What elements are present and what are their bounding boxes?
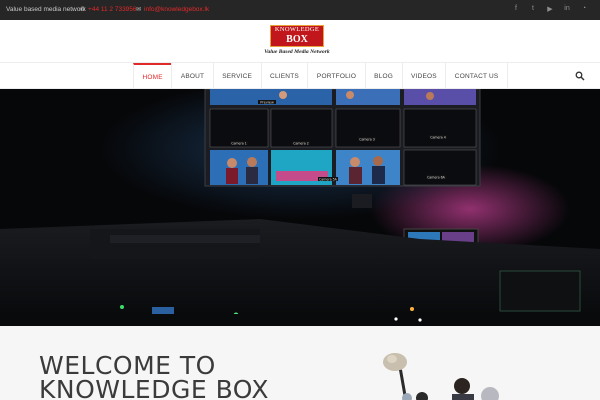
phone-link[interactable]: ✆ +44 11 2 733956 (80, 6, 137, 13)
welcome-heading: WELCOME TO KNOWLEDGE BOX (39, 353, 269, 400)
monitor-label-camera-3: Camera 3 (359, 137, 375, 141)
welcome-heading-line-2: KNOWLEDGE BOX (39, 375, 269, 400)
linkedin-icon[interactable]: in (563, 5, 571, 13)
email-address: info@knowledgebox.lk (144, 6, 210, 13)
main-navigation: HOME ABOUT SERVICE CLIENTS PORTFOLIO BLO… (0, 62, 600, 89)
nav-item-about[interactable]: ABOUT (171, 63, 212, 89)
nav-item-portfolio[interactable]: PORTFOLIO (307, 63, 364, 89)
search-icon[interactable] (575, 71, 585, 81)
hero-slider-image: Preview Camera 1 Camera 2 Camera 3 Camer… (0, 89, 600, 326)
nav-item-blog[interactable]: BLOG (364, 63, 402, 89)
youtube-icon[interactable]: ▶ (546, 5, 554, 13)
top-info-bar: Value based media network ✆ +44 11 2 733… (0, 0, 600, 20)
envelope-icon: ✉ (136, 7, 142, 13)
site-tagline: Value based media network (6, 6, 86, 13)
social-links: f t ▶ in ◔ (512, 5, 588, 13)
monitor-label-camera-5a: Camera 5A (319, 177, 338, 181)
site-logo[interactable]: KNOWLEDGE BOX Value Based Media Network (262, 25, 332, 59)
film-crew-photo (383, 353, 499, 400)
monitor-label-camera-4: Camera 4 (430, 135, 446, 139)
nav-item-contact-us[interactable]: CONTACT US (445, 63, 508, 89)
email-link[interactable]: ✉ info@knowledgebox.lk (136, 6, 209, 13)
logo-tagline: Value Based Media Network (264, 49, 330, 55)
monitor-label-camera-6a: Camera 6A (427, 175, 446, 179)
nav-item-service[interactable]: SERVICE (212, 63, 261, 89)
facebook-icon[interactable]: f (512, 5, 520, 13)
control-room-illustration: Preview Camera 1 Camera 2 Camera 3 Camer… (0, 89, 600, 326)
phone-icon: ✆ (80, 7, 86, 13)
logo-badge: KNOWLEDGE BOX (270, 25, 324, 47)
twitter-icon[interactable]: t (529, 5, 537, 13)
nav-menu: HOME ABOUT SERVICE CLIENTS PORTFOLIO BLO… (133, 63, 508, 89)
site-header: KNOWLEDGE BOX Value Based Media Network (0, 20, 600, 62)
monitor-label-preview: Preview (260, 100, 274, 104)
nav-item-videos[interactable]: VIDEOS (401, 63, 446, 89)
phone-number: +44 11 2 733956 (88, 6, 137, 13)
monitor-label-camera-2: Camera 2 (293, 141, 309, 145)
monitor-label-camera-1: Camera 1 (231, 141, 247, 145)
rss-icon[interactable]: ◔ (580, 5, 588, 13)
nav-item-clients[interactable]: CLIENTS (260, 63, 308, 89)
welcome-section: WELCOME TO KNOWLEDGE BOX (0, 326, 600, 400)
nav-item-home[interactable]: HOME (133, 63, 172, 89)
logo-line-1: KNOWLEDGE (274, 26, 320, 33)
logo-line-2: BOX (286, 34, 308, 45)
